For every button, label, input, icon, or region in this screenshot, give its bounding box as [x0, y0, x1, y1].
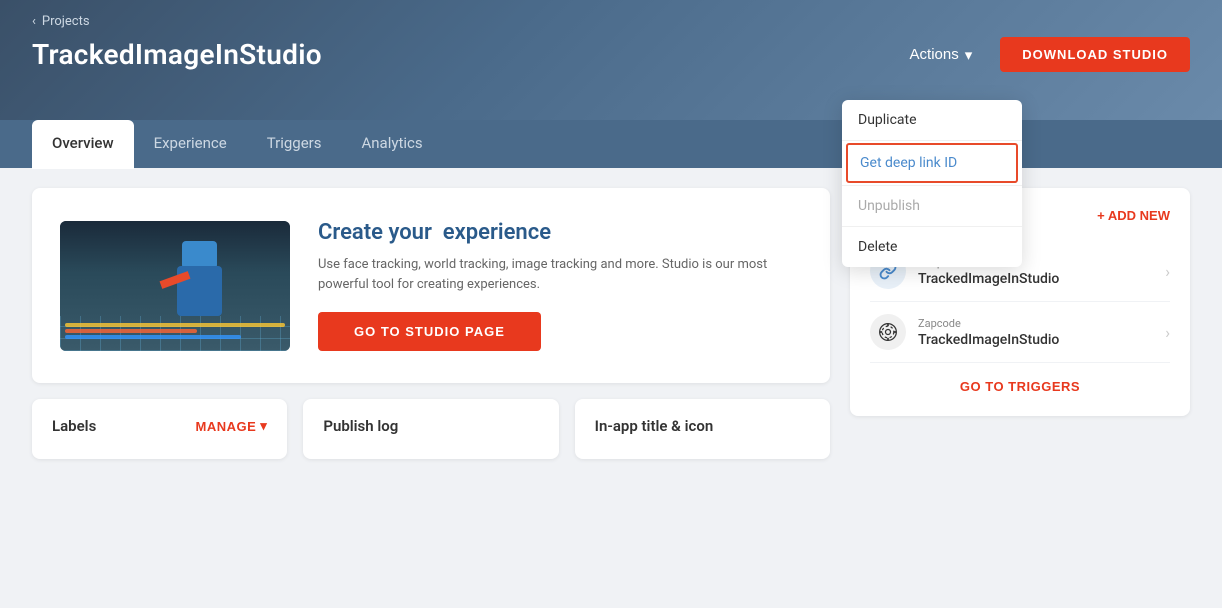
trigger-zapcode-text: Zapcode TrackedImageInStudio: [918, 317, 1165, 348]
tab-experience[interactable]: Experience: [134, 120, 247, 169]
actions-button[interactable]: Actions ▾: [898, 38, 985, 72]
trigger-zapcode-chevron: ›: [1165, 323, 1170, 342]
publish-log-card: Publish log: [303, 399, 558, 459]
go-to-studio-button[interactable]: GO TO STUDIO PAGE: [318, 312, 541, 351]
trigger-item-zapcode[interactable]: Zapcode TrackedImageInStudio ›: [870, 302, 1170, 363]
tab-analytics[interactable]: Analytics: [341, 120, 442, 169]
studio-description: Use face tracking, world tracking, image…: [318, 255, 802, 294]
dropdown-item-deeplink[interactable]: Get deep link ID: [846, 143, 1018, 183]
breadcrumb-chevron: ‹: [32, 14, 36, 29]
publish-log-title: Publish log: [323, 417, 398, 435]
bottom-cards: Labels MANAGE ▾ Publish log In-app title…: [32, 399, 830, 459]
studio-card: Create your experience Use face tracking…: [32, 188, 830, 383]
page-header: ‹ Projects TrackedImageInStudio Actions …: [0, 0, 1222, 120]
inapp-card: In-app title & icon: [575, 399, 830, 459]
actions-label: Actions: [910, 46, 959, 63]
trigger-deeplink-chevron: ›: [1165, 262, 1170, 281]
studio-heading: Create your experience: [318, 220, 802, 245]
studio-info: Create your experience Use face tracking…: [318, 220, 802, 351]
labels-title: Labels: [52, 417, 96, 435]
actions-dropdown: Duplicate Get deep link ID Unpublish Del…: [842, 100, 1022, 267]
labels-card: Labels MANAGE ▾: [32, 399, 287, 459]
trigger-deeplink-name: TrackedImageInStudio: [918, 271, 1165, 287]
trigger-zapcode-name: TrackedImageInStudio: [918, 332, 1165, 348]
actions-chevron-icon: ▾: [965, 46, 973, 64]
nav-tabs: Overview Experience Triggers Analytics: [0, 120, 1222, 168]
add-new-button[interactable]: + ADD NEW: [1097, 208, 1170, 223]
main-content: Create your experience Use face tracking…: [0, 168, 1222, 608]
tab-overview[interactable]: Overview: [32, 120, 134, 169]
left-panel: Create your experience Use face tracking…: [32, 188, 830, 588]
breadcrumb-text[interactable]: Projects: [42, 14, 90, 29]
manage-button[interactable]: MANAGE ▾: [196, 418, 268, 434]
dropdown-item-unpublish: Unpublish: [842, 186, 1022, 226]
manage-chevron-icon: ▾: [260, 418, 267, 434]
go-to-triggers-button[interactable]: GO TO TRIGGERS: [870, 363, 1170, 398]
dropdown-item-duplicate[interactable]: Duplicate: [842, 100, 1022, 140]
dropdown-item-delete[interactable]: Delete: [842, 227, 1022, 267]
trigger-zapcode-type: Zapcode: [918, 317, 1165, 330]
inapp-title: In-app title & icon: [595, 417, 714, 435]
download-studio-button[interactable]: DOWNLOAD STUDIO: [1000, 37, 1190, 72]
dropdown-divider-1: [842, 140, 1022, 141]
studio-preview: [60, 221, 290, 351]
zapcode-icon: [870, 314, 906, 350]
tab-triggers[interactable]: Triggers: [247, 120, 342, 169]
page-title: TrackedImageInStudio: [32, 38, 322, 71]
breadcrumb[interactable]: ‹ Projects: [32, 0, 1190, 29]
header-actions: Actions ▾ DOWNLOAD STUDIO: [898, 37, 1190, 72]
